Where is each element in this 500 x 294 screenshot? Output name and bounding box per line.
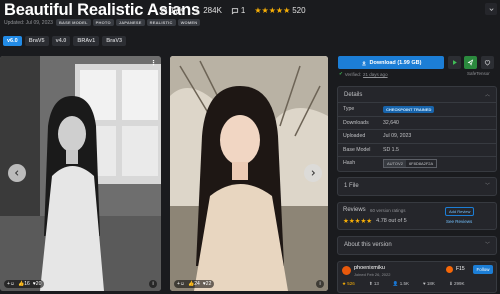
- share-icon: [467, 59, 474, 66]
- file-format: SafeTensor: [467, 71, 490, 76]
- chevron-down-icon: ﹀: [484, 242, 490, 248]
- reaction-pill: +☺ 👍 24 ♥ 22: [174, 280, 215, 288]
- tag-badge[interactable]: WOMEN: [177, 19, 201, 26]
- add-reaction-icon: +☺: [7, 281, 16, 287]
- tag-badge[interactable]: PHOTO: [92, 19, 114, 26]
- chevron-up-icon: ︿: [484, 92, 490, 98]
- version-tab[interactable]: v6.0: [3, 36, 22, 46]
- creator-followers-value: 1.5K: [399, 281, 409, 286]
- creator-rank-icon: [446, 266, 453, 273]
- type-badge: CHECKPOINT TRAINED: [383, 105, 435, 113]
- download-button[interactable]: Download (1.99 GB): [338, 56, 444, 69]
- share-button[interactable]: [464, 56, 477, 69]
- creator-rating-value: 526: [347, 281, 355, 286]
- verified-status: ✔ Verified: 21 days ago: [339, 71, 388, 77]
- heart-icon: [160, 7, 168, 15]
- review-score: ★★★★★ 4.78 out of 5: [343, 218, 407, 225]
- version-tab[interactable]: BraV5: [24, 36, 49, 46]
- tag-badge[interactable]: BASE MODEL: [55, 19, 91, 26]
- reviews-title: Reviews: [343, 207, 366, 213]
- see-reviews-link[interactable]: See Reviews: [446, 219, 472, 224]
- about-panel[interactable]: About this version ﹀: [337, 236, 497, 255]
- rating-stars-icon: ★★★★★: [254, 6, 291, 15]
- image-reactions[interactable]: +☺ 👍 24 ♥ 22: [174, 280, 215, 288]
- rating-stars-icon: ★★★★★: [343, 218, 373, 225]
- info-icon[interactable]: i: [149, 280, 157, 288]
- version-tab[interactable]: BraV3: [102, 36, 127, 46]
- run-button[interactable]: [448, 56, 461, 69]
- creator-downloads: ⬇ 299K: [448, 281, 465, 286]
- details-panel: Details ︿ Type CHECKPOINT TRAINED Downlo…: [337, 86, 497, 172]
- check-shield-icon: ✔: [339, 71, 343, 76]
- files-header: 1 File ﹀: [344, 182, 490, 190]
- detail-value: CHECKPOINT TRAINED: [383, 105, 496, 113]
- more-options-icon[interactable]: ⋮: [150, 59, 157, 67]
- detail-value: AUTOV2 6F8D8A2F2A: [383, 158, 496, 168]
- like-count: 24: [194, 281, 200, 287]
- favorite-button[interactable]: [481, 56, 494, 69]
- reaction-pill: +☺ 👍 16 ♥ 20: [4, 280, 45, 288]
- download-icon: [194, 7, 200, 14]
- reviews-count: 60 version ratings: [370, 208, 406, 213]
- likes-stat: 17K: [160, 6, 184, 15]
- avatar[interactable]: [342, 266, 351, 275]
- reviews-panel: Reviews 60 version ratings ★★★★★ 4.78 ou…: [337, 202, 497, 230]
- creator-stats: ★ 526 ⬆ 13 👤 1.5K ♥ 18K ⬇ 299K: [342, 281, 478, 287]
- creator-name[interactable]: phoenixmiku: [354, 265, 385, 271]
- creator-followers: 👤 1.5K: [392, 281, 409, 286]
- downloads-stat: 284K: [193, 6, 222, 15]
- detail-row: Base Model SD 1.5: [338, 142, 496, 157]
- updated-date: Updated: Jul 09, 2023: [4, 19, 53, 26]
- comments-stat: 1: [231, 6, 245, 15]
- version-tab[interactable]: v4.0: [51, 36, 71, 46]
- hash-copy[interactable]: AUTOV2 6F8D8A2F2A: [383, 158, 438, 168]
- heart-count: 20: [35, 281, 42, 287]
- next-image-button[interactable]: [304, 164, 322, 182]
- heart-icon: [484, 60, 491, 66]
- creator-joined: Joined Feb 26, 2022: [354, 272, 391, 277]
- creator-rating: ★ 526: [342, 281, 355, 286]
- comment-icon: [231, 7, 239, 15]
- about-header: About this version ﹀: [344, 241, 490, 249]
- detail-row: Downloads 32,640: [338, 115, 496, 130]
- play-icon: [453, 60, 457, 65]
- creator-uploads: ⬆ 13: [368, 281, 379, 286]
- creator-downloads-value: 299K: [453, 281, 465, 286]
- image-reactions[interactable]: +☺ 👍 16 ♥ 20: [4, 280, 45, 288]
- creator-uploads-value: 13: [373, 281, 379, 286]
- meta-row: Updated: Jul 09, 2023 BASE MODEL PHOTO J…: [4, 19, 202, 26]
- model-stats: 17K 284K 1 ★★★★★ 520: [160, 6, 315, 15]
- prev-image-button[interactable]: [8, 164, 26, 182]
- info-icon[interactable]: i: [316, 280, 324, 288]
- tag-badge[interactable]: REALISTIC: [146, 19, 176, 26]
- detail-row: Type CHECKPOINT TRAINED: [338, 102, 496, 116]
- chevron-down-icon: ﹀: [484, 183, 490, 189]
- creator-favorites: ♥ 18K: [422, 281, 435, 286]
- detail-row: Uploaded Jul 09, 2023: [338, 129, 496, 143]
- rating-stat[interactable]: ★★★★★ 520: [254, 6, 305, 15]
- tag-badge[interactable]: JAPANESE: [115, 19, 145, 26]
- follow-button[interactable]: Follow: [473, 265, 493, 274]
- files-panel[interactable]: 1 File ﹀: [337, 177, 497, 196]
- version-tabs: v6.0 BraV5 v4.0 BRAv1 BraV3: [3, 36, 129, 46]
- creator-favorites-value: 18K: [426, 281, 435, 286]
- version-tab[interactable]: BRAv1: [73, 36, 100, 46]
- download-icon: [361, 60, 366, 65]
- detail-row: Hash AUTOV2 6F8D8A2F2A: [338, 156, 496, 170]
- add-review-button[interactable]: Add Review: [445, 207, 475, 216]
- creator-level: F15: [456, 266, 465, 272]
- details-header[interactable]: Details ︿: [338, 87, 496, 102]
- heart-count: 22: [205, 281, 212, 287]
- verified-time-link[interactable]: 21 days ago: [363, 72, 388, 77]
- expand-icon[interactable]: [485, 3, 497, 15]
- add-reaction-icon: +☺: [177, 281, 186, 287]
- like-count: 16: [24, 281, 30, 287]
